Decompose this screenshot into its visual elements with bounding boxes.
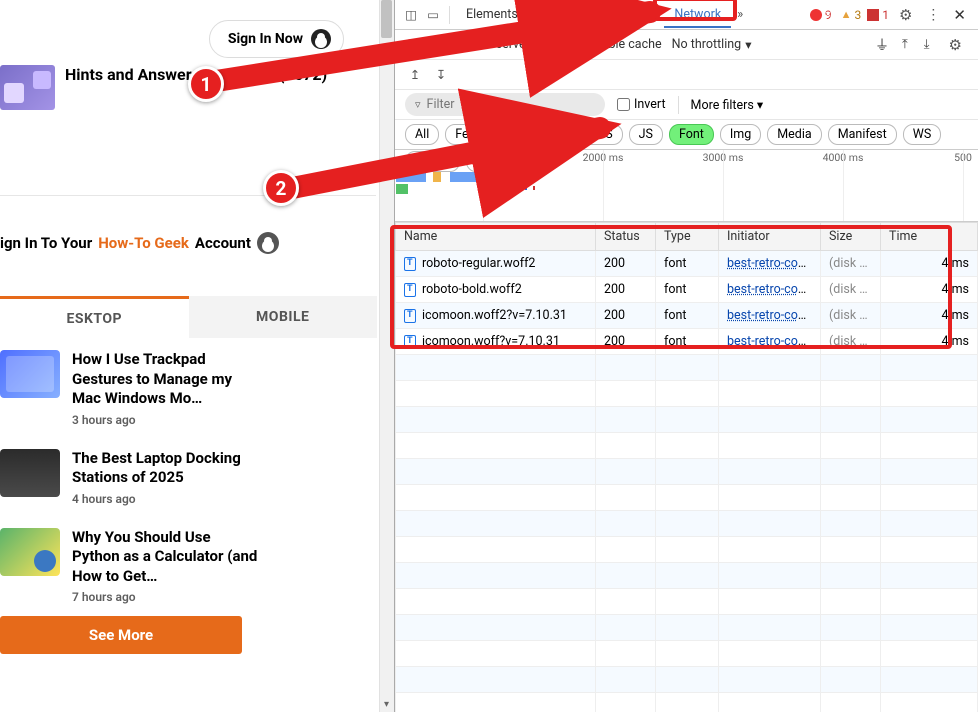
filter-chip-font[interactable]: Font — [669, 124, 714, 145]
scroll-down-icon[interactable]: ▾ — [379, 697, 394, 712]
cell-status: 200 — [596, 303, 656, 329]
close-icon[interactable]: ✕ — [947, 6, 972, 24]
table-row-empty — [396, 381, 978, 407]
brand-name: How-To Geek — [98, 234, 189, 252]
table-row[interactable]: icomoon.woff2?v=7.10.31200fontbest-retro… — [396, 303, 978, 329]
table-row-empty — [396, 589, 978, 615]
filter-chip-ws[interactable]: WS — [903, 124, 942, 145]
col-header-type[interactable]: Type — [656, 223, 719, 251]
article-title: How I Use Trackpad Gestures to Manage my… — [72, 350, 260, 409]
cell-time: 4 ms — [881, 251, 978, 277]
table-row-empty — [396, 355, 978, 381]
col-header-time[interactable]: Time — [881, 223, 978, 251]
table-row-empty — [396, 407, 978, 433]
article-time: 3 hours ago — [72, 413, 260, 427]
callout-badge-1: 1 — [188, 66, 224, 102]
network-conditions-icon[interactable]: ⏚ — [875, 35, 889, 55]
cell-initiator[interactable]: best-retro-console — [719, 251, 821, 277]
table-row-empty — [396, 563, 978, 589]
article-time: 7 hours ago — [72, 590, 260, 604]
article-time: 4 hours ago — [72, 492, 260, 506]
see-more-button[interactable]: See More — [0, 616, 242, 654]
table-row-empty — [396, 667, 978, 693]
filter-chip-img[interactable]: Img — [720, 124, 761, 145]
signin-text-prefix: ign In To Your — [0, 234, 92, 252]
settings-icon[interactable]: ⚙ — [943, 36, 968, 54]
table-row-empty — [396, 511, 978, 537]
cell-initiator[interactable]: best-retro-console — [719, 277, 821, 303]
featured-thumb — [0, 65, 55, 110]
article-title: Why You Should Use Python as a Calculato… — [72, 528, 260, 587]
list-item[interactable]: The Best Laptop Docking Stations of 2025… — [0, 449, 260, 506]
cell-name: roboto-bold.woff2 — [396, 277, 596, 303]
cell-status: 200 — [596, 277, 656, 303]
filter-chip-manifest[interactable]: Manifest — [828, 124, 897, 145]
tab-desktop[interactable]: ESKTOP — [0, 296, 189, 338]
network-table: NameStatusTypeInitiatorSizeTime roboto-r… — [395, 222, 978, 712]
table-row[interactable]: roboto-bold.woff2200fontbest-retro-conso… — [396, 277, 978, 303]
file-icon — [404, 309, 416, 323]
table-row-empty — [396, 459, 978, 485]
more-tabs-icon[interactable]: » — [733, 7, 747, 22]
cell-size: (disk ca… — [821, 277, 881, 303]
article-thumb — [0, 350, 60, 398]
article-title: The Best Laptop Docking Stations of 2025 — [72, 449, 260, 488]
table-row-empty — [396, 433, 978, 459]
callout-badge-2: 2 — [263, 170, 299, 206]
signin-text-suffix: Account — [195, 234, 251, 252]
sign-in-prompt[interactable]: ign In To Your How-To Geek Account — [0, 232, 279, 254]
download-icon[interactable]: ⤓ — [921, 37, 933, 52]
table-row-empty — [396, 485, 978, 511]
file-icon — [404, 283, 416, 297]
cell-size: (disk ca… — [821, 303, 881, 329]
cell-type: font — [656, 251, 719, 277]
article-list: How I Use Trackpad Gestures to Manage my… — [0, 350, 260, 604]
table-row-empty — [396, 615, 978, 641]
throttling-select[interactable]: No throttling▾ — [672, 37, 752, 53]
list-item[interactable]: Why You Should Use Python as a Calculato… — [0, 528, 260, 605]
more-filters-button[interactable]: More filters ▾ — [691, 97, 764, 113]
tab-network[interactable]: Network — [664, 1, 731, 28]
chevron-down-icon: ▾ — [745, 37, 751, 53]
settings-icon[interactable]: ⚙ — [893, 6, 918, 24]
error-badge[interactable]: 9 — [808, 8, 837, 22]
cell-time: 4 ms — [881, 303, 978, 329]
cell-size: (disk ca… — [821, 251, 881, 277]
cell-initiator[interactable]: best-retro-console — [719, 303, 821, 329]
file-icon — [404, 335, 416, 349]
filter-chip-media[interactable]: Media — [767, 124, 821, 145]
cell-status: 200 — [596, 329, 656, 355]
kebab-menu-icon[interactable]: ⋮ — [920, 7, 945, 23]
annotation-arrow-2 — [270, 150, 610, 270]
list-item[interactable]: How I Use Trackpad Gestures to Manage my… — [0, 350, 260, 427]
cell-type: font — [656, 277, 719, 303]
table-row-empty — [396, 537, 978, 563]
col-header-size[interactable]: Size — [821, 223, 881, 251]
cell-name: icomoon.woff?v=7.10.31 — [396, 329, 596, 355]
table-row-empty — [396, 693, 978, 712]
cell-initiator[interactable]: best-retro-console — [719, 329, 821, 355]
table-row[interactable]: icomoon.woff?v=7.10.31200fontbest-retro-… — [396, 329, 978, 355]
warning-badge[interactable]: 3 — [839, 8, 864, 22]
upload-icon[interactable]: ⤒ — [899, 37, 911, 52]
cell-size: (disk ca… — [821, 329, 881, 355]
cell-time: 4 ms — [881, 329, 978, 355]
cell-type: font — [656, 329, 719, 355]
cell-time: 4 ms — [881, 277, 978, 303]
article-thumb — [0, 449, 60, 497]
device-tabs: ESKTOP MOBILE — [0, 296, 377, 338]
cell-name: icomoon.woff2?v=7.10.31 — [396, 303, 596, 329]
article-thumb — [0, 528, 60, 576]
table-row-empty — [396, 641, 978, 667]
col-header-initiator[interactable]: Initiator — [719, 223, 821, 251]
issues-badge[interactable]: 1 — [865, 8, 891, 22]
tab-mobile[interactable]: MOBILE — [189, 296, 378, 338]
cell-type: font — [656, 303, 719, 329]
